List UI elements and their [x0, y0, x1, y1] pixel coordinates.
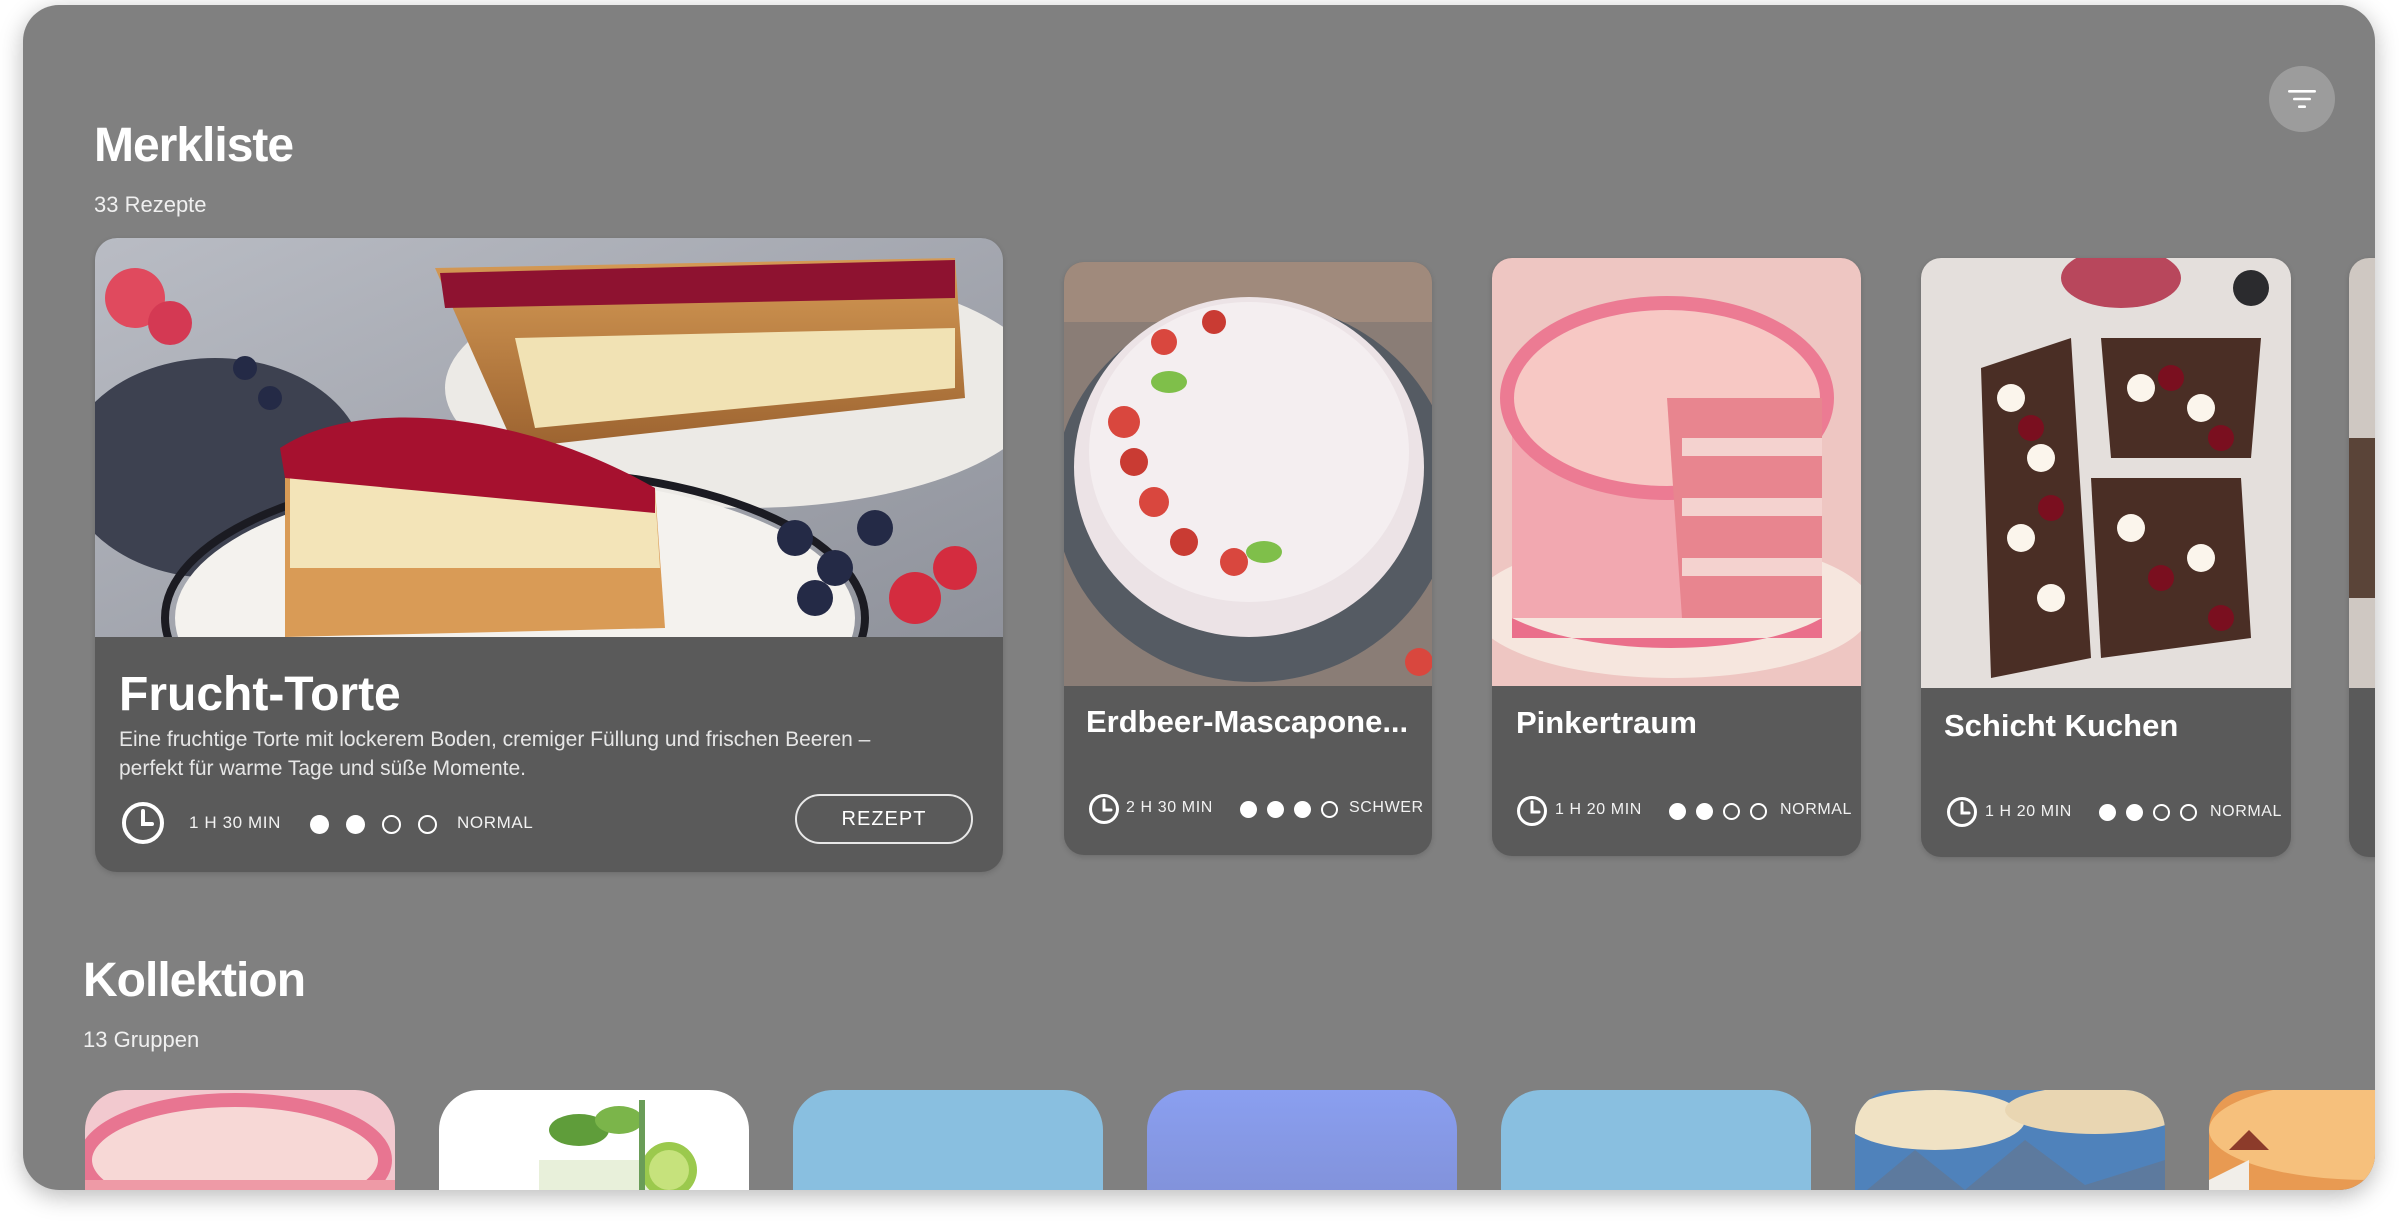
difficulty-dot — [382, 815, 401, 834]
difficulty-dot — [2153, 804, 2170, 821]
clock-icon — [122, 802, 164, 844]
collection-tile[interactable] — [2209, 1090, 2375, 1190]
clock-icon — [1947, 797, 1977, 827]
recipe-title: Schicht Kuchen — [1944, 708, 2179, 743]
recipe-difficulty: SCHWER — [1349, 799, 1424, 816]
collection-tile[interactable] — [85, 1090, 395, 1190]
sunset-village-thumbnail — [2209, 1090, 2375, 1190]
recipe-time: 1 H 20 MIN — [1555, 801, 1642, 818]
recipe-card[interactable]: Schicht Kuchen 1 H 20 MIN NORMAL — [1921, 258, 2291, 857]
difficulty-dot — [1723, 803, 1740, 820]
merkliste-title: Merkliste — [94, 119, 294, 172]
recipe-difficulty: NORMAL — [457, 813, 534, 832]
recipe-title: Pinkertraum — [1516, 705, 1697, 740]
collection-tile[interactable] — [1501, 1090, 1811, 1190]
recipe-title: Frucht-Torte — [119, 668, 401, 721]
filter-button[interactable] — [2269, 66, 2335, 132]
difficulty-dot — [346, 815, 365, 834]
merkliste-count: 33 Rezepte — [94, 192, 207, 217]
collection-tile[interactable] — [793, 1090, 1103, 1190]
recipe-title: Erdbeer-Mascapone... — [1086, 704, 1409, 739]
difficulty-dot — [310, 815, 329, 834]
pink-layer-cake-photo — [1492, 258, 1861, 686]
difficulty-dot — [1240, 801, 1257, 818]
difficulty-dot — [1294, 801, 1311, 818]
app-window: Merkliste 33 Rezepte Frucht-Torte Eine f… — [23, 5, 2375, 1190]
mountain-sky-thumbnail — [1855, 1090, 2165, 1190]
pink-cake-thumbnail — [85, 1090, 395, 1190]
recipe-description: Eine fruchtige Torte mit lockerem Boden,… — [119, 728, 871, 780]
collection-tile[interactable] — [1855, 1090, 2165, 1190]
clock-icon — [1089, 794, 1119, 824]
difficulty-dot — [1669, 803, 1686, 820]
rezept-button[interactable]: REZEPT — [795, 794, 973, 844]
difficulty-dot — [1696, 803, 1713, 820]
strawberry-mascarpone-cake-photo — [1064, 262, 1432, 686]
collection-tile[interactable] — [439, 1090, 749, 1190]
recipe-time: 2 H 30 MIN — [1126, 799, 1213, 816]
difficulty-dot — [418, 815, 437, 834]
difficulty-dot — [2099, 804, 2116, 821]
mojito-drink-thumbnail — [439, 1090, 749, 1190]
difficulty-dot — [2126, 804, 2143, 821]
recipe-difficulty: NORMAL — [2210, 803, 2283, 820]
filter-lines-icon — [2288, 90, 2316, 108]
difficulty-dot — [1750, 803, 1767, 820]
kollektion-count: 13 Gruppen — [83, 1027, 200, 1052]
recipe-card[interactable]: Erdbeer-Mascapone... 2 H 30 MIN SCHWER — [1064, 262, 1432, 855]
recipe-difficulty: NORMAL — [1780, 801, 1853, 818]
difficulty-dot — [1321, 801, 1338, 818]
cherry-chocolate-layer-cake-photo — [1921, 258, 2291, 688]
difficulty-dot — [1267, 801, 1284, 818]
recipe-time: 1 H 20 MIN — [1985, 803, 2072, 820]
collection-tile[interactable] — [1147, 1090, 1457, 1190]
fruit-tart-photo — [95, 238, 1003, 637]
recipe-card-partial[interactable] — [2349, 258, 2375, 857]
clock-icon — [1517, 796, 1547, 826]
difficulty-dot — [2180, 804, 2197, 821]
recipe-card[interactable]: Pinkertraum 1 H 20 MIN NORMAL — [1492, 258, 1861, 856]
recipe-card-featured[interactable]: Frucht-Torte Eine fruchtige Torte mit lo… — [95, 238, 1003, 872]
kollektion-title: Kollektion — [83, 954, 306, 1007]
recipe-time: 1 H 30 MIN — [189, 813, 281, 832]
